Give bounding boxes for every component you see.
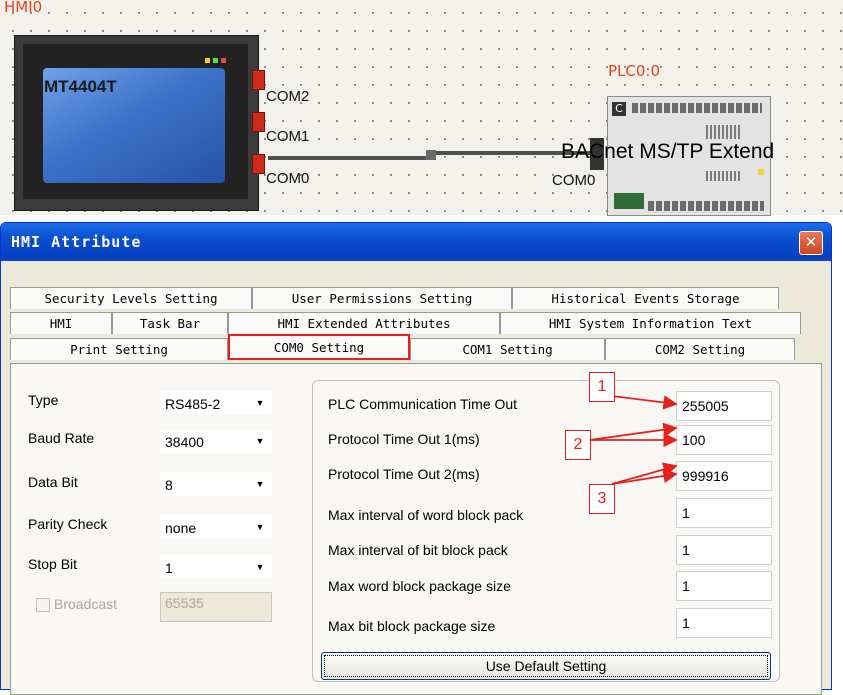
data-bit-value: 8 bbox=[165, 477, 173, 493]
project-canvas[interactable]: HMI0 MT4404T COM2 COM1 COM0 PLC0:0 C BAC… bbox=[0, 0, 843, 216]
tab-com2-setting[interactable]: COM2 Setting bbox=[605, 338, 795, 360]
plc-indicator-strip bbox=[706, 125, 742, 139]
max-interval-bit-label: Max interval of bit block pack bbox=[328, 542, 508, 558]
com2-port-label: COM2 bbox=[266, 88, 310, 105]
tab-print-setting[interactable]: Print Setting bbox=[10, 338, 228, 360]
tab-user-permissions[interactable]: User Permissions Setting bbox=[252, 287, 512, 309]
annotation-1: 1 bbox=[589, 372, 615, 402]
plc-label: PLC0:0 bbox=[608, 62, 661, 80]
plc-port-icon bbox=[614, 193, 644, 209]
tab-row-1: Security Levels Setting User Permissions… bbox=[10, 287, 779, 309]
baud-rate-select[interactable]: 38400 ▼ bbox=[160, 429, 272, 453]
parity-check-label: Parity Check bbox=[28, 516, 108, 532]
tab-row-3: Print Setting COM0 Setting COM1 Setting … bbox=[10, 334, 795, 360]
tab-hmi-extended-attributes[interactable]: HMI Extended Attributes bbox=[228, 312, 500, 334]
close-icon[interactable]: ✕ bbox=[799, 231, 823, 255]
tab-hmi-system-info[interactable]: HMI System Information Text bbox=[500, 312, 801, 334]
tab-row-2: HMI Task Bar HMI Extended Attributes HMI… bbox=[10, 312, 801, 334]
data-bit-select[interactable]: 8 ▼ bbox=[160, 472, 272, 496]
tab-security-levels[interactable]: Security Levels Setting bbox=[10, 287, 252, 309]
plc-led-icon bbox=[758, 169, 764, 175]
type-value: RS485-2 bbox=[165, 396, 221, 412]
annotation-2: 2 bbox=[565, 430, 591, 460]
stop-bit-select[interactable]: 1 ▼ bbox=[160, 555, 272, 579]
com1-port-label: COM1 bbox=[266, 128, 310, 145]
plc-indicator-strip-2 bbox=[706, 171, 742, 181]
max-bit-size-input[interactable]: 1 bbox=[676, 608, 772, 638]
com0-port-icon[interactable] bbox=[252, 154, 265, 174]
chevron-down-icon[interactable]: ▼ bbox=[251, 475, 269, 493]
led-red-icon bbox=[221, 58, 226, 63]
type-select[interactable]: RS485-2 ▼ bbox=[160, 391, 272, 415]
max-interval-bit-input[interactable]: 1 bbox=[676, 535, 772, 565]
parity-check-select[interactable]: none ▼ bbox=[160, 515, 272, 539]
tab-historical-events[interactable]: Historical Events Storage bbox=[512, 287, 779, 309]
dialog-titlebar[interactable]: HMI Attribute ✕ bbox=[1, 223, 831, 261]
com0-port-label: COM0 bbox=[266, 170, 310, 187]
plc-com0-label: COM0 bbox=[552, 172, 596, 189]
hmi-model-label: MT4404T bbox=[44, 77, 117, 96]
chevron-down-icon[interactable]: ▼ bbox=[251, 394, 269, 412]
hmi-device[interactable] bbox=[14, 35, 259, 211]
type-label: Type bbox=[28, 392, 59, 408]
max-bit-size-label: Max bit block package size bbox=[328, 618, 496, 634]
dialog-title: HMI Attribute bbox=[11, 233, 142, 251]
protocol-timeout-1-label: Protocol Time Out 1(ms) bbox=[328, 431, 480, 447]
max-interval-word-input[interactable]: 1 bbox=[676, 498, 772, 528]
plc-bottom-terminals bbox=[648, 201, 764, 211]
chevron-down-icon[interactable]: ▼ bbox=[251, 558, 269, 576]
broadcast-label: Broadcast bbox=[54, 596, 118, 612]
baud-rate-label: Baud Rate bbox=[28, 430, 95, 446]
annotation-3: 3 bbox=[589, 484, 615, 514]
stop-bit-label: Stop Bit bbox=[28, 556, 78, 572]
plc-comm-timeout-label: PLC Communication Time Out bbox=[328, 396, 518, 412]
communication-cable[interactable] bbox=[268, 146, 598, 162]
hmi-bezel bbox=[23, 44, 248, 199]
chevron-down-icon[interactable]: ▼ bbox=[251, 432, 269, 450]
protocol-timeout-2-input[interactable]: 999916 bbox=[676, 461, 772, 491]
broadcast-checkbox[interactable] bbox=[36, 598, 50, 612]
plc-top-terminals bbox=[632, 103, 762, 113]
tab-com1-setting[interactable]: COM1 Setting bbox=[410, 338, 605, 360]
plc-model-label: BACnet MS/TP Extend bbox=[561, 140, 775, 163]
chevron-down-icon[interactable]: ▼ bbox=[251, 518, 269, 536]
stop-bit-value: 1 bbox=[165, 560, 173, 576]
tab-task-bar[interactable]: Task Bar bbox=[112, 312, 228, 334]
plc-brand-icon: C bbox=[612, 102, 626, 116]
max-interval-word-label: Max interval of word block pack bbox=[328, 507, 524, 523]
led-green-icon bbox=[213, 58, 218, 63]
protocol-timeout-2-label: Protocol Time Out 2(ms) bbox=[328, 466, 480, 482]
com2-port-icon[interactable] bbox=[252, 70, 265, 90]
data-bit-label: Data Bit bbox=[28, 474, 78, 490]
led-yellow-icon bbox=[205, 58, 210, 63]
use-default-setting-button[interactable]: Use Default Setting bbox=[321, 652, 771, 680]
tab-com0-setting[interactable]: COM0 Setting bbox=[228, 334, 410, 360]
baud-rate-value: 38400 bbox=[165, 434, 204, 450]
parity-check-value: none bbox=[165, 520, 197, 536]
tab-hmi[interactable]: HMI bbox=[10, 312, 112, 334]
plc-comm-timeout-input[interactable]: 255005 bbox=[676, 391, 772, 421]
broadcast-field: 65535 bbox=[160, 592, 272, 622]
hmi-label: HMI0 bbox=[4, 0, 43, 16]
protocol-timeout-1-input[interactable]: 100 bbox=[676, 425, 772, 455]
max-word-size-input[interactable]: 1 bbox=[676, 571, 772, 601]
com1-port-icon[interactable] bbox=[252, 112, 265, 132]
max-word-size-label: Max word block package size bbox=[328, 578, 511, 594]
